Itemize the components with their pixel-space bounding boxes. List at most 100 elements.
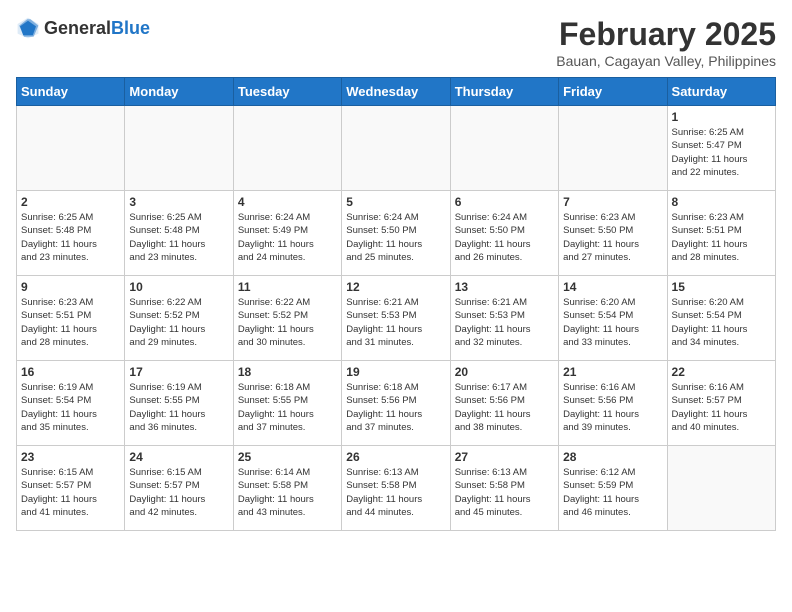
calendar-table: SundayMondayTuesdayWednesdayThursdayFrid… [16,77,776,531]
calendar-cell: 28 Sunrise: 6:12 AM Sunset: 5:59 PM Dayli… [559,446,667,531]
logo: General Blue [16,16,150,40]
weekday-header-friday: Friday [559,78,667,106]
day-number: 20 [455,365,554,379]
calendar-cell: 2 Sunrise: 6:25 AM Sunset: 5:48 PM Daylig… [17,191,125,276]
day-number: 13 [455,280,554,294]
day-info: Sunrise: 6:23 AM Sunset: 5:50 PM Dayligh… [563,211,662,264]
calendar-cell: 5Sunrise: 6:24 AM Sunset: 5:50 PM Daylig… [342,191,450,276]
day-number: 27 [455,450,554,464]
day-info: Sunrise: 6:16 AM Sunset: 5:57 PM Dayligh… [672,381,771,434]
calendar-cell [233,106,341,191]
header: General Blue February 2025 Bauan, Cagaya… [16,16,776,69]
day-number: 16 [21,365,120,379]
day-info: Sunrise: 6:24 AM Sunset: 5:50 PM Dayligh… [455,211,554,264]
calendar-cell: 17 Sunrise: 6:19 AM Sunset: 5:55 PM Dayli… [125,361,233,446]
logo-text: General Blue [44,19,150,37]
calendar-cell: 8 Sunrise: 6:23 AM Sunset: 5:51 PM Daylig… [667,191,775,276]
calendar-cell: 20 Sunrise: 6:17 AM Sunset: 5:56 PM Dayli… [450,361,558,446]
calendar-cell: 25Sunrise: 6:14 AM Sunset: 5:58 PM Dayli… [233,446,341,531]
calendar-cell: 23 Sunrise: 6:15 AM Sunset: 5:57 PM Dayli… [17,446,125,531]
day-info: Sunrise: 6:12 AM Sunset: 5:59 PM Dayligh… [563,466,662,519]
week-row-2: 9Sunrise: 6:23 AM Sunset: 5:51 PM Daylig… [17,276,776,361]
calendar-cell [17,106,125,191]
calendar-cell: 19 Sunrise: 6:18 AM Sunset: 5:56 PM Dayli… [342,361,450,446]
calendar-cell: 26 Sunrise: 6:13 AM Sunset: 5:58 PM Dayli… [342,446,450,531]
calendar-cell: 22 Sunrise: 6:16 AM Sunset: 5:57 PM Dayli… [667,361,775,446]
day-number: 19 [346,365,445,379]
day-info: Sunrise: 6:16 AM Sunset: 5:56 PM Dayligh… [563,381,662,434]
day-info: Sunrise: 6:23 AM Sunset: 5:51 PM Dayligh… [672,211,771,264]
day-number: 21 [563,365,662,379]
day-info: Sunrise: 6:25 AM Sunset: 5:48 PM Dayligh… [21,211,120,264]
day-number: 28 [563,450,662,464]
day-info: Sunrise: 6:22 AM Sunset: 5:52 PM Dayligh… [238,296,337,349]
calendar-cell: 24Sunrise: 6:15 AM Sunset: 5:57 PM Dayli… [125,446,233,531]
calendar-cell [450,106,558,191]
calendar-cell: 27 Sunrise: 6:13 AM Sunset: 5:58 PM Dayli… [450,446,558,531]
day-info: Sunrise: 6:21 AM Sunset: 5:53 PM Dayligh… [455,296,554,349]
calendar-cell: 15Sunrise: 6:20 AM Sunset: 5:54 PM Dayli… [667,276,775,361]
weekday-header-sunday: Sunday [17,78,125,106]
day-info: Sunrise: 6:13 AM Sunset: 5:58 PM Dayligh… [346,466,445,519]
calendar-cell [559,106,667,191]
day-number: 2 [21,195,120,209]
day-number: 17 [129,365,228,379]
day-info: Sunrise: 6:17 AM Sunset: 5:56 PM Dayligh… [455,381,554,434]
day-number: 22 [672,365,771,379]
day-number: 9 [21,280,120,294]
calendar-cell: 18 Sunrise: 6:18 AM Sunset: 5:55 PM Dayli… [233,361,341,446]
day-info: Sunrise: 6:19 AM Sunset: 5:54 PM Dayligh… [21,381,120,434]
week-row-3: 16 Sunrise: 6:19 AM Sunset: 5:54 PM Dayli… [17,361,776,446]
month-title: February 2025 [556,16,776,53]
day-number: 11 [238,280,337,294]
calendar-cell: 10Sunrise: 6:22 AM Sunset: 5:52 PM Dayli… [125,276,233,361]
logo-icon [16,16,40,40]
week-row-1: 2 Sunrise: 6:25 AM Sunset: 5:48 PM Daylig… [17,191,776,276]
day-info: Sunrise: 6:25 AM Sunset: 5:47 PM Dayligh… [672,126,771,179]
weekday-header-wednesday: Wednesday [342,78,450,106]
week-row-4: 23 Sunrise: 6:15 AM Sunset: 5:57 PM Dayli… [17,446,776,531]
calendar-cell: 12 Sunrise: 6:21 AM Sunset: 5:53 PM Dayli… [342,276,450,361]
calendar-cell: 21 Sunrise: 6:16 AM Sunset: 5:56 PM Dayli… [559,361,667,446]
logo-general: General [44,19,111,37]
day-info: Sunrise: 6:19 AM Sunset: 5:55 PM Dayligh… [129,381,228,434]
calendar-cell: 13 Sunrise: 6:21 AM Sunset: 5:53 PM Dayli… [450,276,558,361]
day-number: 18 [238,365,337,379]
weekday-header-saturday: Saturday [667,78,775,106]
weekday-header-thursday: Thursday [450,78,558,106]
day-info: Sunrise: 6:15 AM Sunset: 5:57 PM Dayligh… [21,466,120,519]
calendar-cell: 6 Sunrise: 6:24 AM Sunset: 5:50 PM Daylig… [450,191,558,276]
calendar-cell: 1 Sunrise: 6:25 AM Sunset: 5:47 PM Daylig… [667,106,775,191]
calendar-cell [667,446,775,531]
day-info: Sunrise: 6:13 AM Sunset: 5:58 PM Dayligh… [455,466,554,519]
week-row-0: 1 Sunrise: 6:25 AM Sunset: 5:47 PM Daylig… [17,106,776,191]
day-number: 3 [129,195,228,209]
calendar-cell: 16 Sunrise: 6:19 AM Sunset: 5:54 PM Dayli… [17,361,125,446]
calendar-cell: 9Sunrise: 6:23 AM Sunset: 5:51 PM Daylig… [17,276,125,361]
day-number: 23 [21,450,120,464]
weekday-header-tuesday: Tuesday [233,78,341,106]
day-info: Sunrise: 6:25 AM Sunset: 5:48 PM Dayligh… [129,211,228,264]
calendar-cell [125,106,233,191]
day-number: 7 [563,195,662,209]
day-info: Sunrise: 6:18 AM Sunset: 5:55 PM Dayligh… [238,381,337,434]
day-number: 6 [455,195,554,209]
day-info: Sunrise: 6:20 AM Sunset: 5:54 PM Dayligh… [672,296,771,349]
day-number: 26 [346,450,445,464]
day-info: Sunrise: 6:21 AM Sunset: 5:53 PM Dayligh… [346,296,445,349]
day-info: Sunrise: 6:20 AM Sunset: 5:54 PM Dayligh… [563,296,662,349]
day-number: 25 [238,450,337,464]
day-number: 8 [672,195,771,209]
day-number: 12 [346,280,445,294]
day-number: 5 [346,195,445,209]
day-info: Sunrise: 6:24 AM Sunset: 5:49 PM Dayligh… [238,211,337,264]
calendar-cell: 3 Sunrise: 6:25 AM Sunset: 5:48 PM Daylig… [125,191,233,276]
weekday-header-row: SundayMondayTuesdayWednesdayThursdayFrid… [17,78,776,106]
location-subtitle: Bauan, Cagayan Valley, Philippines [556,53,776,69]
calendar-cell: 14Sunrise: 6:20 AM Sunset: 5:54 PM Dayli… [559,276,667,361]
day-number: 10 [129,280,228,294]
calendar-cell: 7 Sunrise: 6:23 AM Sunset: 5:50 PM Daylig… [559,191,667,276]
day-number: 1 [672,110,771,124]
day-info: Sunrise: 6:18 AM Sunset: 5:56 PM Dayligh… [346,381,445,434]
logo-blue: Blue [111,19,150,37]
